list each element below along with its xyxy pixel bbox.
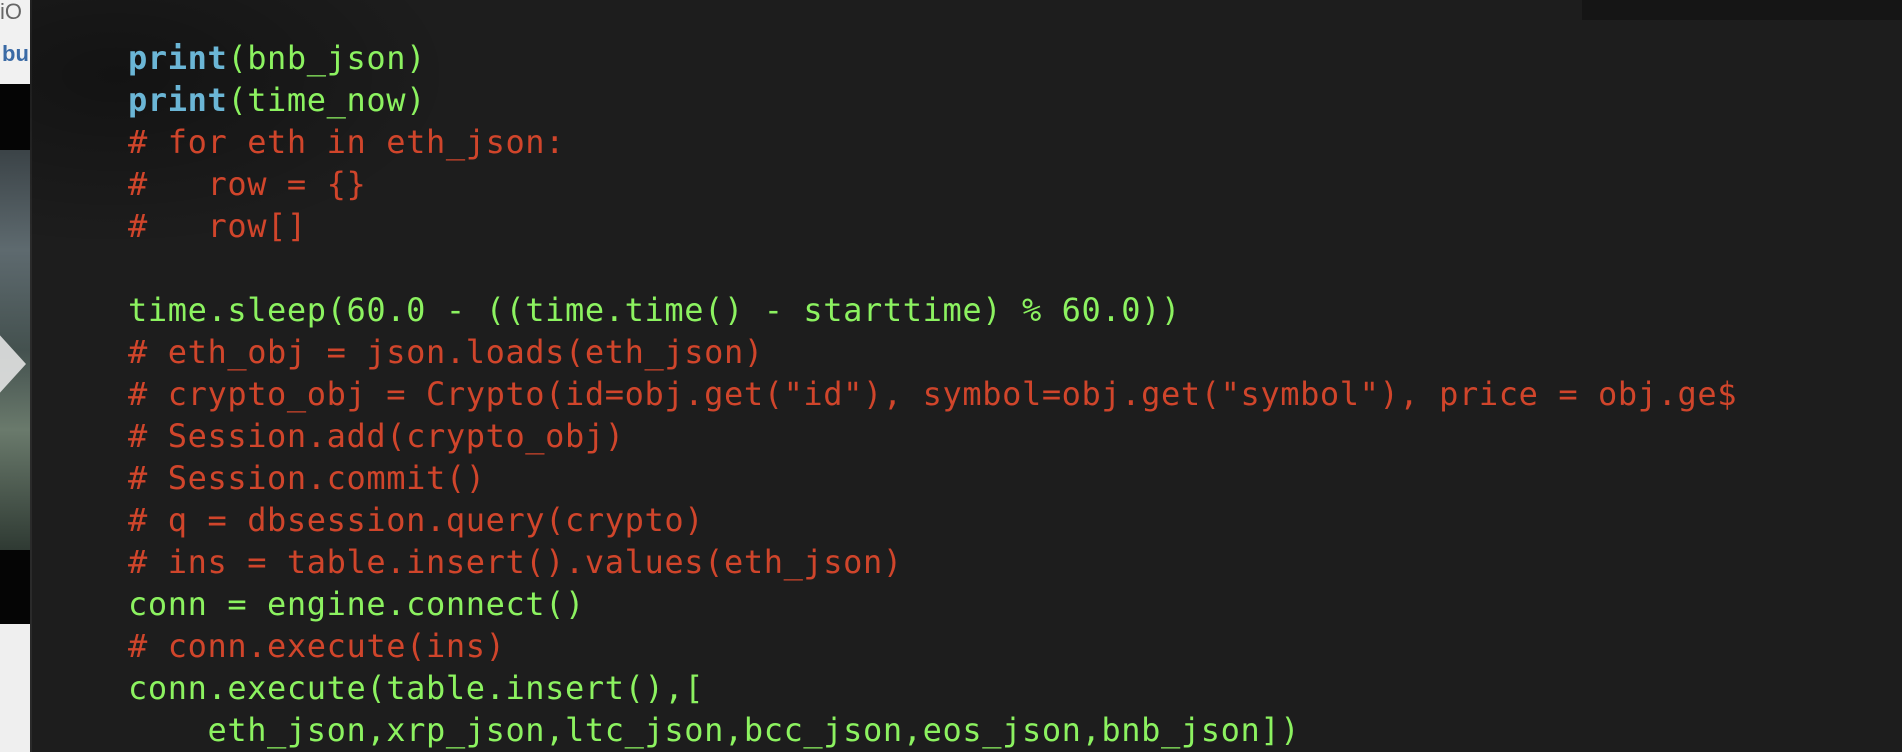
code-line[interactable]: eth_json,xrp_json,ltc_json,bcc_json,eos_… — [128, 709, 1737, 751]
play-icon — [0, 320, 26, 408]
code-token: conn = engine.connect() — [128, 585, 585, 623]
code-line[interactable]: conn.execute(table.insert(),[ — [128, 667, 1737, 709]
background-window-strip: iO bu — [0, 0, 30, 752]
code-line[interactable]: print(bnb_json) — [128, 37, 1737, 79]
code-line[interactable]: # crypto_obj = Crypto(id=obj.get("id"), … — [128, 373, 1737, 415]
window-edge — [30, 0, 32, 752]
code-line[interactable]: # Session.commit() — [128, 457, 1737, 499]
terminal-screen: iO bu print(bnb_json) print(time_now) # fo… — [0, 0, 1902, 752]
keyword-token: print — [128, 39, 228, 77]
keyword-token: print — [128, 81, 228, 119]
code-line[interactable]: # q = dbsession.query(crypto) — [128, 499, 1737, 541]
code-line[interactable]: time.sleep(60.0 - ((time.time() - startt… — [128, 289, 1737, 331]
code-line[interactable]: # row[] — [128, 205, 1737, 247]
code-token: eth_json,xrp_json,ltc_json,bcc_json,eos_… — [128, 711, 1301, 749]
code-line[interactable]: print(time_now) — [128, 79, 1737, 121]
comment-token: # ins = table.insert().values(eth_json) — [128, 543, 903, 581]
background-window-link: bu — [2, 42, 29, 66]
comment-token: # eth_obj = json.loads(eth_json) — [128, 333, 764, 371]
code-line[interactable]: # for eth in eth_json: — [128, 121, 1737, 163]
code-line[interactable]: # row = {} — [128, 163, 1737, 205]
comment-token: # row = {} — [128, 165, 367, 203]
code-editor[interactable]: print(bnb_json) print(time_now) # for eth … — [128, 37, 1737, 751]
video-letterbox-bottom — [0, 550, 30, 624]
background-window-footer — [0, 624, 30, 752]
window-shadow-top-right — [1582, 0, 1902, 20]
comment-token: # conn.execute(ins) — [128, 627, 506, 665]
line-overflow-edge — [1888, 376, 1902, 418]
code-token: conn.execute(table.insert(),[ — [128, 669, 705, 707]
code-line[interactable]: # ins = table.insert().values(eth_json) — [128, 541, 1737, 583]
code-line[interactable]: # conn.execute(ins) — [128, 625, 1737, 667]
comment-token: # Session.commit() — [128, 459, 486, 497]
comment-token: # row[] — [128, 207, 307, 245]
code-token: (time_now) — [227, 81, 426, 119]
code-token: (bnb_json) — [227, 39, 426, 77]
background-window-text: iO — [0, 0, 22, 24]
code-line[interactable]: # Session.add(crypto_obj) — [128, 415, 1737, 457]
comment-token: # Session.add(crypto_obj) — [128, 417, 625, 455]
comment-token: # for eth in eth_json: — [128, 123, 566, 161]
video-letterbox-top — [0, 84, 30, 150]
code-line[interactable]: # eth_obj = json.loads(eth_json) — [128, 331, 1737, 373]
comment-token: # q = dbsession.query(crypto) — [128, 501, 705, 539]
comment-token: # crypto_obj = Crypto(id=obj.get("id"), … — [128, 375, 1738, 413]
code-line[interactable]: conn = engine.connect() — [128, 583, 1737, 625]
code-line[interactable] — [128, 247, 1737, 289]
code-token: time.sleep(60.0 - ((time.time() - startt… — [128, 291, 1181, 329]
